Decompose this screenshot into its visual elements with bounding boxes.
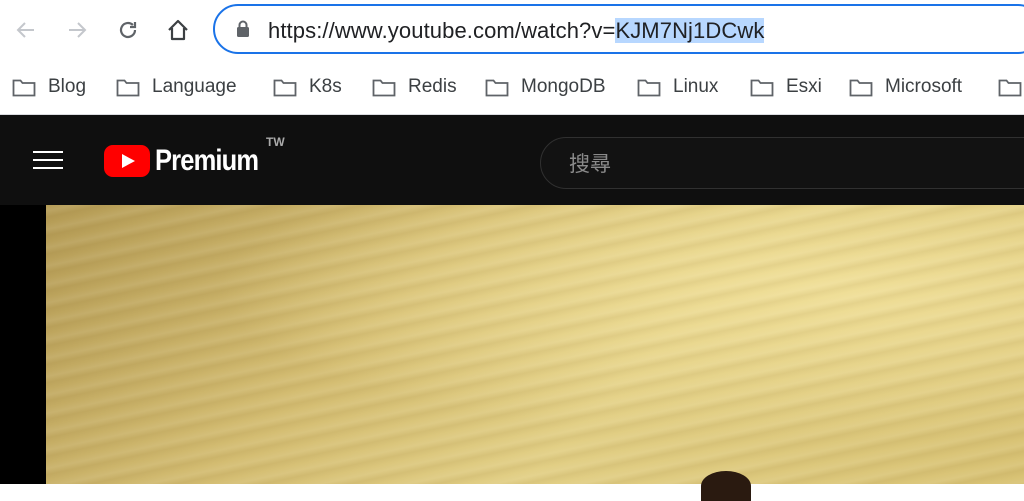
address-bar[interactable]: https://www.youtube.com/watch?v=KJM7Nj1D… xyxy=(213,4,1024,54)
bookmark-esxi[interactable]: Esxi xyxy=(750,72,822,102)
bookmarks-bar: Blog Language K8s Redis MongoDB Linux Es… xyxy=(0,62,1024,115)
folder-icon xyxy=(637,79,661,97)
bookmark-label: Blog xyxy=(48,76,87,97)
bookmark-label: K8s xyxy=(309,76,342,97)
folder-icon xyxy=(116,79,140,97)
bookmark-label: Language xyxy=(152,76,237,97)
bookmark-blog[interactable]: Blog xyxy=(12,72,86,102)
folder-icon xyxy=(849,79,873,97)
back-button[interactable] xyxy=(8,12,44,48)
menu-button[interactable] xyxy=(30,145,66,175)
bookmark-redis[interactable]: Redis xyxy=(372,72,457,102)
bookmark-linux[interactable]: Linux xyxy=(637,72,718,102)
youtube-play-icon xyxy=(104,145,150,177)
home-button[interactable] xyxy=(160,12,196,48)
bookmark-overflow-folder[interactable] xyxy=(998,72,1024,102)
bookmark-label: MongoDB xyxy=(521,76,606,97)
bookmark-k8s[interactable]: K8s xyxy=(273,72,342,102)
bookmark-mongodb[interactable]: MongoDB xyxy=(485,72,606,102)
youtube-search-box[interactable] xyxy=(540,137,1024,189)
region-code: TW xyxy=(266,135,285,149)
arrow-right-icon xyxy=(69,22,87,38)
browser-toolbar: https://www.youtube.com/watch?v=KJM7Nj1D… xyxy=(0,0,1024,62)
menu-icon-bar xyxy=(33,159,63,161)
video-player-area xyxy=(0,205,1024,501)
menu-icon-bar xyxy=(33,167,63,169)
bookmark-label: Microsoft xyxy=(885,76,963,97)
search-input[interactable] xyxy=(567,148,1011,180)
video-frame[interactable] xyxy=(46,205,1024,501)
forward-button[interactable] xyxy=(59,12,95,48)
folder-icon xyxy=(750,79,774,97)
url-base: https://www.youtube.com/watch?v= xyxy=(268,18,616,43)
url-text[interactable]: https://www.youtube.com/watch?v=KJM7Nj1D… xyxy=(268,18,765,44)
bookmark-label: Redis xyxy=(408,76,457,97)
folder-icon xyxy=(12,79,36,97)
url-selected-text: KJM7Nj1DCwk xyxy=(615,18,765,43)
reload-icon xyxy=(119,21,137,39)
folder-icon xyxy=(372,79,396,97)
bookmark-label: Linux xyxy=(673,76,719,97)
bookmark-microsoft[interactable]: Microsoft xyxy=(849,72,962,102)
reload-button[interactable] xyxy=(110,12,146,48)
arrow-left-icon xyxy=(16,22,34,38)
folder-icon xyxy=(485,79,509,97)
home-icon xyxy=(168,19,188,41)
youtube-premium-logo[interactable]: Premium TW xyxy=(104,135,285,179)
bookmark-label: Esxi xyxy=(786,76,822,97)
lock-icon xyxy=(237,20,249,37)
menu-icon-bar xyxy=(33,151,63,153)
bookmark-language[interactable]: Language xyxy=(116,72,237,102)
folder-icon xyxy=(273,79,297,97)
logo-text: Premium xyxy=(155,144,259,177)
folder-icon xyxy=(998,79,1022,97)
youtube-header: Premium TW xyxy=(0,115,1024,205)
video-content-shape xyxy=(701,471,751,501)
